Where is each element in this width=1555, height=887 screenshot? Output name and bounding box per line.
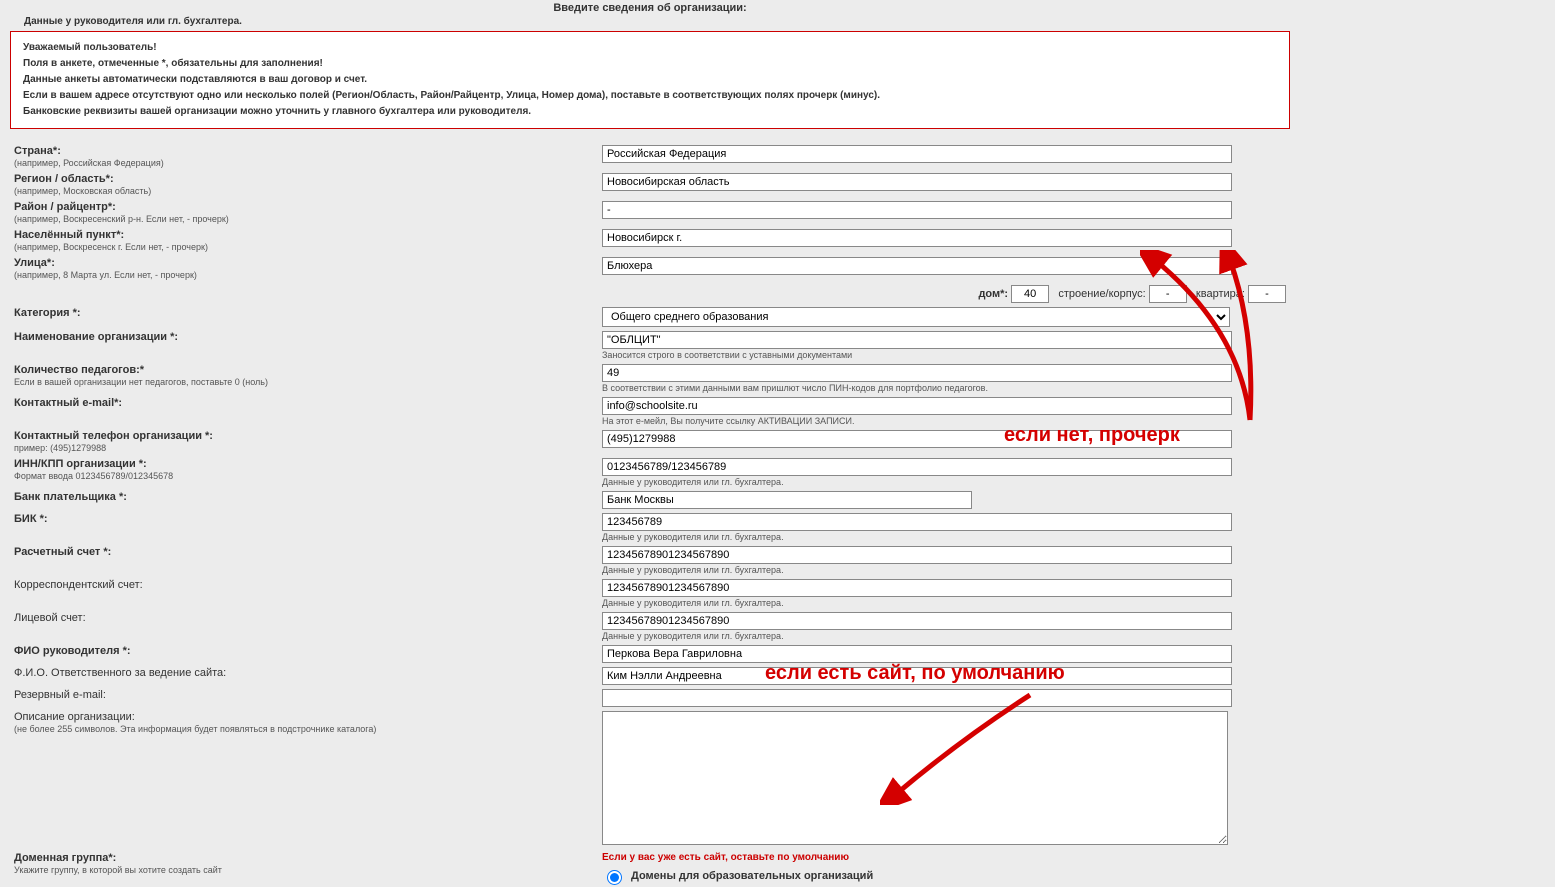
fio-head-input[interactable] [602, 645, 1232, 663]
label-ls: Лицевой счет: [14, 612, 86, 624]
sub-ks: Данные у руководителя или гл. бухгалтера… [602, 598, 1286, 608]
hint-teachers: Если в вашей организации нет педагогов, … [14, 377, 268, 387]
street-input[interactable] [602, 257, 1232, 275]
label-teachers: Количество педагогов:* [14, 364, 144, 376]
email-input[interactable] [602, 397, 1232, 415]
flat-input[interactable] [1248, 285, 1286, 303]
label-domain: Доменная группа*: [14, 852, 116, 864]
notice-box: Уважаемый пользователь! Поля в анкете, о… [10, 31, 1290, 129]
hint-inn: Формат ввода 0123456789/012345678 [14, 471, 173, 481]
city-input[interactable] [602, 229, 1232, 247]
reserve-input[interactable] [602, 689, 1232, 707]
sub-email: На этот е-мейл, Вы получите ссылку АКТИВ… [602, 416, 1286, 426]
label-rs: Расчетный счет *: [14, 546, 111, 558]
label-inn: ИНН/КПП организации *: [14, 458, 147, 470]
page-title: Введите сведения об организации: [10, 0, 1290, 16]
label-building: строение/корпус: [1058, 288, 1145, 300]
label-reserve: Резервный e-mail: [14, 689, 106, 701]
domain-radio-input[interactable] [607, 870, 622, 885]
label-country: Страна*: [14, 145, 61, 157]
label-city: Населённый пункт*: [14, 229, 124, 241]
building-input[interactable] [1149, 285, 1187, 303]
sub-ls: Данные у руководителя или гл. бухгалтера… [602, 631, 1286, 641]
label-fio-resp: Ф.И.О. Ответственного за ведение сайта: [14, 667, 226, 679]
fio-resp-input[interactable] [602, 667, 1232, 685]
region-input[interactable] [602, 173, 1232, 191]
label-category: Категория *: [14, 307, 81, 319]
label-flat: квартира: [1196, 288, 1245, 300]
category-select[interactable]: Общего среднего образования [602, 307, 1230, 327]
top-note: Данные у руководителя или гл. бухгалтера… [10, 16, 1290, 31]
teachers-input[interactable] [602, 364, 1232, 382]
ls-input[interactable] [602, 612, 1232, 630]
hint-country: (например, Российская Федерация) [14, 158, 164, 168]
hint-orgname: Заносится строго в соответствии с уставн… [602, 350, 1286, 360]
sub-rs: Данные у руководителя или гл. бухгалтера… [602, 565, 1286, 575]
label-street: Улица*: [14, 257, 55, 269]
bank-input[interactable] [602, 491, 972, 509]
hint-street: (например, 8 Марта ул. Если нет, - проче… [14, 270, 197, 280]
domain-radio-option[interactable]: Домены для образовательных организаций [602, 867, 1286, 885]
notice-line: Поля в анкете, отмеченные *, обязательны… [23, 56, 1277, 72]
sub-bik: Данные у руководителя или гл. бухгалтера… [602, 532, 1286, 542]
desc-textarea[interactable] [602, 711, 1228, 845]
label-phone: Контактный телефон организации *: [14, 430, 213, 442]
label-house: дом*: [978, 288, 1008, 300]
phone-input[interactable] [602, 430, 1232, 448]
district-input[interactable] [602, 201, 1232, 219]
hint-region: (например, Московская область) [14, 186, 151, 196]
sub-teachers: В соответствии с этими данными вам пришл… [602, 383, 1286, 393]
hint-district: (например, Воскресенский р-н. Если нет, … [14, 214, 229, 224]
rs-input[interactable] [602, 546, 1232, 564]
orgname-input[interactable] [602, 331, 1232, 349]
inn-input[interactable] [602, 458, 1232, 476]
country-input[interactable] [602, 145, 1232, 163]
ks-input[interactable] [602, 579, 1232, 597]
house-input[interactable] [1011, 285, 1049, 303]
label-bik: БИК *: [14, 513, 48, 525]
label-district: Район / райцентр*: [14, 201, 116, 213]
notice-line: Данные анкеты автоматически подставляютс… [23, 72, 1277, 88]
label-orgname: Наименование организации *: [14, 331, 178, 343]
label-fio-head: ФИО руководителя *: [14, 645, 131, 657]
label-ks: Корреспондентский счет: [14, 579, 143, 591]
label-email: Контактный e-mail*: [14, 397, 122, 409]
domain-warning: Если у вас уже есть сайт, оставьте по ум… [602, 852, 1286, 863]
label-desc: Описание организации: [14, 711, 135, 723]
label-region: Регион / область*: [14, 173, 114, 185]
notice-line: Банковские реквизиты вашей организации м… [23, 104, 1277, 120]
notice-line: Если в вашем адресе отсутствуют одно или… [23, 88, 1277, 104]
hint-city: (например, Воскресенск г. Если нет, - пр… [14, 242, 208, 252]
notice-line: Уважаемый пользователь! [23, 40, 1277, 56]
hint-desc: (не более 255 символов. Эта информация б… [14, 724, 376, 734]
bik-input[interactable] [602, 513, 1232, 531]
hint-phone: пример: (495)1279988 [14, 443, 106, 453]
label-bank: Банк плательщика *: [14, 491, 127, 503]
domain-radio-label: Домены для образовательных организаций [631, 870, 873, 882]
sub-inn: Данные у руководителя или гл. бухгалтера… [602, 477, 1286, 487]
hint-domain: Укажите группу, в которой вы хотите созд… [14, 865, 222, 875]
